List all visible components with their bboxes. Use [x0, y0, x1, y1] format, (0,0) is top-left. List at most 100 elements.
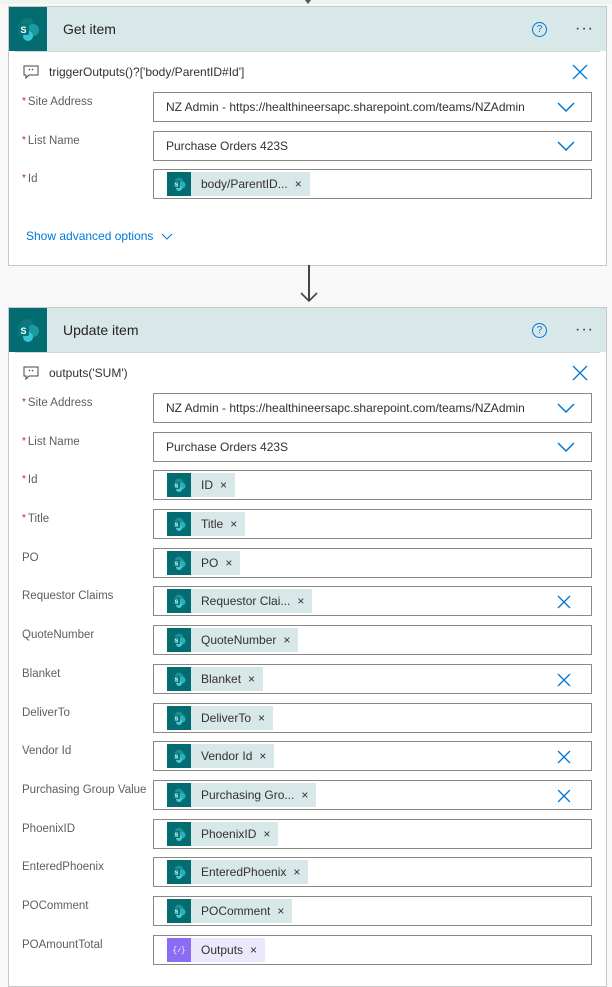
sharepoint-icon: S — [167, 666, 191, 691]
remove-token-icon[interactable]: × — [250, 943, 257, 957]
blanket-input[interactable]: S Blanket × — [153, 663, 592, 694]
comment-row: outputs('SUM') — [9, 353, 606, 393]
remove-token-icon[interactable]: × — [293, 865, 300, 879]
clear-field-icon[interactable] — [557, 673, 571, 687]
dynamic-content-token[interactable]: S Title × — [167, 512, 246, 537]
field-row-requestor-claims: Requestor Claims S Requestor Clai... × — [9, 586, 606, 625]
close-icon[interactable] — [572, 64, 588, 80]
field-label: * List Name — [22, 135, 80, 147]
field-row-pocomment: POComment S POComment × — [9, 895, 606, 935]
chevron-down-icon[interactable] — [557, 403, 575, 413]
dynamic-content-token[interactable]: S ID × — [167, 473, 236, 498]
dynamic-content-token[interactable]: S QuoteNumber × — [167, 628, 299, 653]
dynamic-content-token[interactable]: S PhoenixID × — [167, 821, 279, 846]
chevron-down-icon[interactable] — [557, 141, 575, 151]
pocomment-input[interactable]: S POComment × — [153, 895, 592, 926]
dynamic-content-token[interactable]: S DeliverTo × — [167, 705, 274, 730]
remove-token-icon[interactable]: × — [297, 594, 304, 608]
dynamic-content-token[interactable]: S EnteredPhoenix × — [167, 860, 309, 885]
token-label: PhoenixID — [201, 826, 257, 841]
field-label: PO — [22, 552, 39, 564]
enteredphoenix-input[interactable]: S EnteredPhoenix × — [153, 857, 592, 888]
dynamic-content-token[interactable]: S Requestor Clai... × — [167, 589, 313, 614]
field-label-text: Site Address — [27, 96, 93, 108]
arrow-down-icon — [300, 292, 318, 303]
close-icon[interactable] — [572, 365, 588, 381]
field-row-vendor-id: Vendor Id S Vendor Id × — [9, 741, 606, 780]
svg-text:S: S — [175, 600, 179, 606]
comment-text[interactable]: triggerOutputs()?['body/ParentID#Id'] — [49, 65, 244, 79]
more-options-icon[interactable]: ··· — [575, 322, 594, 338]
required-marker: * — [22, 397, 26, 408]
remove-token-icon[interactable]: × — [283, 633, 290, 647]
remove-token-icon[interactable]: × — [258, 711, 265, 725]
sharepoint-icon: S — [167, 172, 191, 197]
more-options-icon[interactable]: ··· — [575, 21, 594, 37]
list-name-dropdown[interactable]: Purchase Orders 423S — [153, 130, 592, 161]
svg-text:S: S — [175, 484, 179, 490]
dynamic-content-token[interactable]: S Blanket × — [167, 666, 264, 691]
show-advanced-options-link[interactable]: Show advanced options — [26, 229, 173, 243]
comment-icon — [23, 65, 39, 79]
remove-token-icon[interactable]: × — [295, 177, 302, 191]
list-name-dropdown[interactable]: Purchase Orders 423S — [153, 431, 592, 462]
required-marker: * — [22, 435, 26, 447]
comment-text[interactable]: outputs('SUM') — [49, 366, 128, 380]
deliverto-input[interactable]: S DeliverTo × — [153, 702, 592, 733]
requestor-claims-input[interactable]: S Requestor Clai... × — [153, 586, 592, 617]
field-row-site-address: * Site Address NZ Admin - https://healthin… — [9, 92, 606, 131]
remove-token-icon[interactable]: × — [277, 904, 284, 918]
dynamic-content-token[interactable]: { } Outputs × — [167, 937, 266, 962]
remove-token-icon[interactable]: × — [263, 827, 270, 841]
clear-field-icon[interactable] — [557, 789, 571, 803]
id-input[interactable]: Sbody/ParentID... × — [153, 169, 592, 200]
site-address-dropdown[interactable]: NZ Admin - https://healthineersapc.share… — [153, 92, 592, 122]
field-row-id: * Id Sbody/ParentID... × — [9, 169, 606, 208]
remove-token-icon[interactable]: × — [225, 556, 232, 570]
remove-token-icon[interactable]: × — [301, 788, 308, 802]
update-item-card: S Update item ? ··· outputs('SUM') * Site… — [8, 307, 607, 987]
remove-token-icon[interactable]: × — [220, 478, 227, 492]
clear-field-icon[interactable] — [557, 750, 571, 764]
field-label: Vendor Id — [22, 745, 71, 757]
dynamic-content-token[interactable]: S POComment × — [167, 898, 293, 923]
field-row-site-address: * Site Address NZ Admin - https://healthin… — [9, 393, 606, 432]
dynamic-content-token[interactable]: S Vendor Id × — [167, 744, 275, 769]
chevron-down-icon[interactable] — [557, 442, 575, 452]
field-label-text: EnteredPhoenix — [22, 861, 104, 874]
clear-field-icon[interactable] — [557, 595, 571, 609]
remove-token-icon[interactable]: × — [230, 517, 237, 531]
field-label-text: DeliverTo — [22, 706, 70, 719]
dynamic-content-token[interactable]: Sbody/ParentID... × — [167, 172, 310, 197]
site-address-dropdown[interactable]: NZ Admin - https://healthineersapc.share… — [153, 393, 592, 423]
title-input[interactable]: S Title × — [153, 509, 592, 540]
dynamic-content-token[interactable]: S Purchasing Gro... × — [167, 782, 317, 807]
vendor-id-input[interactable]: S Vendor Id × — [153, 741, 592, 772]
phoenixid-input[interactable]: S PhoenixID × — [153, 818, 592, 849]
field-label-text: Blanket — [22, 667, 61, 680]
field-label-text: Id — [27, 173, 38, 186]
help-icon[interactable]: ? — [532, 322, 548, 338]
chevron-down-icon[interactable] — [557, 102, 575, 112]
purchasing-group-value-input[interactable]: S Purchasing Gro... × — [153, 779, 592, 810]
help-icon[interactable]: ? — [532, 21, 548, 37]
field-label-text: PO — [22, 551, 39, 564]
field-label-text: Id — [27, 474, 38, 487]
field-row-poamounttotal: POAmountTotal { } Outputs × — [9, 934, 606, 974]
required-marker: * — [22, 134, 26, 146]
quotenumber-input[interactable]: S QuoteNumber × — [153, 625, 592, 656]
card-header[interactable]: S Update item ? ··· — [9, 308, 606, 352]
token-label: PO — [201, 555, 219, 570]
remove-token-icon[interactable]: × — [259, 749, 266, 763]
card-header[interactable]: S Get item ? ··· — [9, 7, 606, 51]
id-input[interactable]: S ID × — [153, 470, 592, 501]
field-label-text: POAmountTotal — [22, 938, 103, 951]
field-row-id: * Id S ID × — [9, 470, 606, 509]
field-row-enteredphoenix: EnteredPhoenix S EnteredPhoenix × — [9, 857, 606, 896]
remove-token-icon[interactable]: × — [248, 672, 255, 686]
po-input[interactable]: S PO × — [153, 547, 592, 578]
dynamic-content-token[interactable]: S PO × — [167, 550, 241, 575]
comment-icon — [23, 366, 39, 380]
sharepoint-icon: S — [9, 7, 47, 51]
poamounttotal-input[interactable]: { } Outputs × — [153, 934, 592, 965]
